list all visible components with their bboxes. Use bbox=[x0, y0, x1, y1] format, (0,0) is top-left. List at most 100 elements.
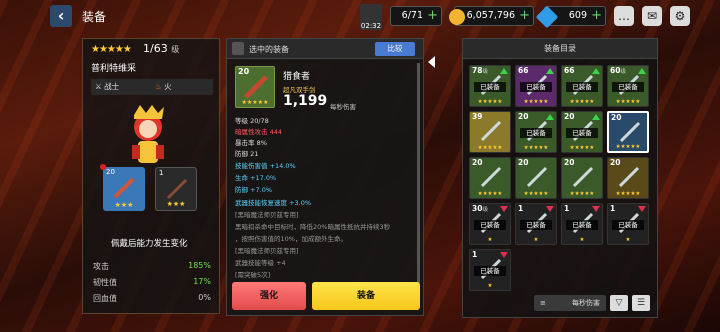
item-stars: ★★★★★ bbox=[477, 191, 503, 197]
item-stars: ★★★★★ bbox=[523, 99, 549, 105]
inventory-panel: 装备目录 78级 已装备 ★★★★★ 66 已装备 ★★★★★ 66 已装备 ★★★★★ 60级已… bbox=[462, 38, 658, 318]
equipped-badge: 已装备 bbox=[566, 220, 598, 230]
item-stars: ★ bbox=[533, 237, 539, 243]
item-level: 1 bbox=[610, 204, 616, 213]
item-stars: ★★★★★ bbox=[569, 191, 595, 197]
stat-line: [黑暗魔法师贝兹专用] bbox=[235, 211, 299, 219]
inventory-item[interactable]: 1 已装备 ★ bbox=[469, 249, 511, 291]
sort-dropdown[interactable]: ≡ 每秒伤害 bbox=[534, 295, 606, 311]
gold-value: 6,057,796 bbox=[466, 10, 515, 21]
stat-line: 防御 +7.0% bbox=[235, 186, 273, 194]
stat-value: 185% bbox=[188, 261, 211, 270]
stat-line: 暗属性攻击 444 bbox=[235, 128, 282, 136]
equipped-badge: 已装备 bbox=[520, 220, 552, 230]
stat-line: 生命 +17.0% bbox=[235, 174, 277, 182]
hero-tags: ⚔ 战士 ♨ 火 bbox=[91, 79, 213, 95]
slot-2-stars: ★★★ bbox=[166, 200, 186, 208]
collapse-arrow-icon[interactable] bbox=[428, 56, 435, 68]
inventory-item[interactable]: 1 已装备 ★ bbox=[607, 203, 649, 245]
stat-line: 黑暗扣杀命中目标时，降低20%暗属性抵抗并持续3秒 bbox=[235, 223, 391, 231]
gem-counter[interactable]: 609 + bbox=[535, 5, 606, 29]
inventory-item[interactable]: 66 已装备 ★★★★★ bbox=[561, 65, 603, 107]
inventory-item[interactable]: 60级 已装备 ★★★★★ bbox=[607, 65, 649, 107]
stat-label: 韧性值 bbox=[93, 278, 117, 287]
stat-line: [黑暗魔法师贝兹专用] bbox=[235, 247, 299, 255]
item-stars: ★★★★★ bbox=[477, 99, 503, 105]
gem-plus-icon[interactable]: + bbox=[591, 7, 602, 25]
sword-icon bbox=[619, 121, 641, 143]
sword-icon bbox=[618, 166, 640, 188]
item-stars: ★★★★★ bbox=[615, 191, 641, 197]
gem-icon bbox=[535, 5, 559, 29]
hero-name: 普利特维采 bbox=[91, 64, 137, 74]
inventory-item[interactable]: 66 已装备 ★★★★★ bbox=[515, 65, 557, 107]
upgrade-button[interactable]: 强化 bbox=[232, 282, 306, 310]
equipped-badge: 已装备 bbox=[474, 220, 506, 230]
equip-button[interactable]: 装备 bbox=[312, 282, 420, 310]
sword-icon bbox=[166, 178, 188, 200]
stat-value: 17% bbox=[193, 277, 211, 286]
equipped-badge: 已装备 bbox=[566, 82, 598, 92]
inventory-item[interactable]: 30级 已装备 ★ bbox=[469, 203, 511, 245]
lock-icon[interactable] bbox=[232, 42, 244, 55]
gold-plus-icon[interactable]: + bbox=[519, 7, 530, 25]
equipped-badge: 已装备 bbox=[612, 220, 644, 230]
equipped-badge: 已装备 bbox=[612, 82, 644, 92]
stat-line: 武器技能恢复速度 +3.0% bbox=[235, 199, 312, 207]
top-bar: ‹ 装备 02:32 6/71 + 6,057,796 + 609 + … ✉ … bbox=[0, 0, 720, 34]
filter-icon[interactable]: ☰ bbox=[632, 295, 650, 311]
item-level: 1 bbox=[564, 204, 570, 213]
item-stars: ★★★★★ bbox=[477, 145, 503, 151]
inventory-item[interactable]: 20 ★★★★★ bbox=[607, 157, 649, 199]
stamina-counter[interactable]: 6/71 + bbox=[390, 6, 442, 26]
hero-element: 火 bbox=[164, 82, 172, 91]
inventory-item[interactable]: 20 已装备 ★★★★★ bbox=[515, 111, 557, 153]
inventory-title: 装备目录 bbox=[463, 39, 657, 59]
weapon-slot-1[interactable]: 20 ★★★ bbox=[100, 164, 145, 211]
detail-scrollbar[interactable] bbox=[417, 63, 420, 283]
selected-equipment-panel: 选中的装备 比较 20 ★★★★★ 猎食者 超凡双手剑 1,199 每秒伤害 等… bbox=[226, 38, 424, 316]
stamina-plus-icon[interactable]: + bbox=[427, 7, 438, 25]
mail-icon[interactable]: ✉ bbox=[642, 6, 662, 26]
sword-icon bbox=[572, 166, 594, 188]
stat-value: 0% bbox=[198, 293, 211, 302]
back-button[interactable]: ‹ bbox=[50, 5, 72, 27]
sort-direction-icon[interactable]: ▽ bbox=[610, 295, 628, 311]
stat-line: 防御 21 bbox=[235, 150, 259, 158]
gold-counter[interactable]: 6,057,796 + bbox=[449, 6, 534, 26]
chat-icon[interactable]: … bbox=[614, 6, 634, 26]
selected-weapon-stars: ★★★★★ bbox=[241, 99, 269, 106]
item-stars: ★★★★★ bbox=[569, 145, 595, 151]
inventory-item[interactable]: 20 ★★★★★ bbox=[469, 157, 511, 199]
inventory-item[interactable]: 78级 已装备 ★★★★★ bbox=[469, 65, 511, 107]
stat-line: 武器技能等级 +4 bbox=[235, 259, 286, 267]
inventory-item[interactable]: 20 ★★★★★ bbox=[561, 157, 603, 199]
hero-class: 战士 bbox=[104, 82, 120, 91]
inventory-item[interactable]: 20 已装备 ★★★★★ bbox=[561, 111, 603, 153]
stat-line: 暴击率 8% bbox=[235, 139, 267, 147]
ability-change-title: 佩戴后能力发生变化 bbox=[111, 239, 188, 249]
inventory-item[interactable]: 39 ★★★★★ bbox=[469, 111, 511, 153]
stat-row: 回血值 0% bbox=[93, 293, 211, 304]
class-tag: ⚔ 战士 bbox=[95, 82, 120, 91]
item-stars: ★★★★★ bbox=[523, 191, 549, 197]
item-stars: ★★★★★ bbox=[615, 99, 641, 105]
hero-panel: ★★★★★ 1/63 级 普利特维采 ⚔ 战士 ♨ 火 20 ★★★ 1 ★★★… bbox=[82, 38, 220, 314]
stat-label: 回血值 bbox=[93, 294, 117, 303]
inventory-item[interactable]: 1 已装备 ★ bbox=[515, 203, 557, 245]
hero-portrait[interactable] bbox=[118, 101, 178, 171]
inventory-item[interactable]: 20 ★★★★★ bbox=[607, 111, 649, 153]
stat-line: 等级 20/78 bbox=[235, 117, 269, 125]
slot-2-level: 1 bbox=[159, 169, 164, 177]
selected-header-title: 选中的装备 bbox=[249, 45, 289, 54]
gold-coin-icon bbox=[449, 9, 465, 25]
weapon-slot-2[interactable]: 1 ★★★ bbox=[155, 167, 197, 211]
hero-level-value: 1/63 bbox=[143, 42, 168, 55]
inventory-item[interactable]: 1 已装备 ★ bbox=[561, 203, 603, 245]
weapon-dps-label: 每秒伤害 bbox=[330, 103, 356, 111]
sword-icon bbox=[480, 120, 502, 142]
selected-weapon-image: 20 ★★★★★ bbox=[235, 66, 275, 108]
inventory-item[interactable]: 20 ★★★★★ bbox=[515, 157, 557, 199]
compare-button[interactable]: 比较 bbox=[375, 42, 415, 56]
settings-gear-icon[interactable]: ⚙ bbox=[670, 6, 690, 26]
